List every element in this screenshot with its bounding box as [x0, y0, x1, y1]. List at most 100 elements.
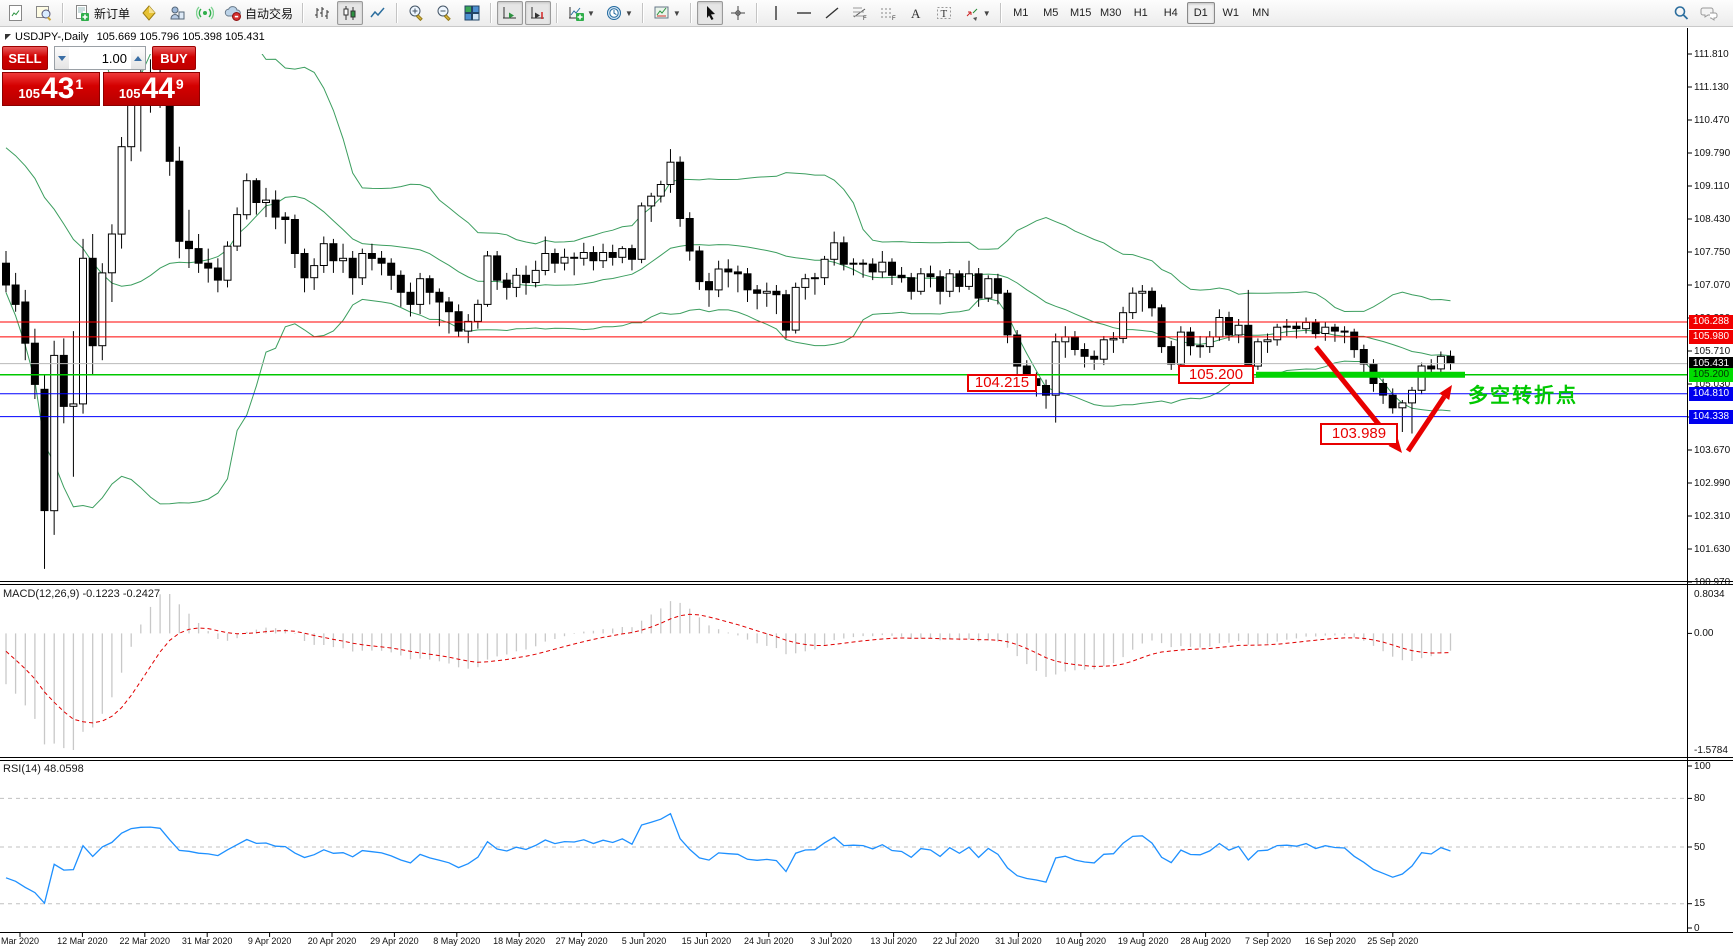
- tile-windows-icon: [463, 4, 481, 22]
- cursor-button[interactable]: [697, 1, 723, 25]
- volume-input[interactable]: [69, 47, 131, 69]
- macd-label: MACD(12,26,9) -0.1223 -0.2427: [3, 588, 160, 600]
- channels-icon: F: [879, 4, 897, 22]
- channels-button[interactable]: F: [875, 1, 901, 25]
- market-watch-icon: [168, 4, 186, 22]
- new-order-button-label: 新订单: [94, 5, 130, 22]
- macd-axis-zero: 0.00: [1694, 627, 1733, 640]
- search-icon: [1672, 4, 1690, 22]
- toolbar-separator: [642, 3, 644, 23]
- toolbar-separator: [556, 3, 558, 23]
- signals-button[interactable]: [192, 1, 218, 25]
- cycles-button[interactable]: ▼: [601, 1, 637, 25]
- price-tick-101.630: 101.630: [1694, 543, 1733, 556]
- callout-103989[interactable]: 103.989: [1320, 423, 1398, 445]
- fibonacci-button[interactable]: F: [847, 1, 873, 25]
- timeframe-m1-button[interactable]: M1: [1007, 2, 1035, 24]
- zoom-in-icon: [407, 4, 425, 22]
- timeframe-w1-button[interactable]: W1: [1217, 2, 1245, 24]
- indicators-icon: [567, 4, 585, 22]
- sell-button[interactable]: SELL: [2, 46, 48, 70]
- timeframe-m5-button[interactable]: M5: [1037, 2, 1065, 24]
- toolbar-separator: [396, 3, 398, 23]
- price-flag-support-1: 104.810: [1689, 387, 1733, 401]
- history-icon: [140, 4, 158, 22]
- candlestick-chart-button[interactable]: [337, 1, 363, 25]
- profiles-icon: [35, 4, 53, 22]
- rsi-axis-50: 50: [1694, 841, 1733, 854]
- sell-price-point: 1: [75, 76, 83, 92]
- new-chart-button[interactable]: [3, 1, 29, 25]
- toolbar: 新订单自动交易▼▼▼FFAT▼ M1M5M15M30H1H4D1W1MN: [0, 0, 1733, 27]
- timeframe-h1-button[interactable]: H1: [1127, 2, 1155, 24]
- chart-area[interactable]: USDJPY-,Daily 105.669 105.796 105.398 10…: [0, 28, 1733, 951]
- timeframe-mn-button[interactable]: MN: [1247, 2, 1275, 24]
- dropdown-caret-icon[interactable]: ▼: [673, 9, 681, 18]
- buy-button[interactable]: BUY: [152, 46, 196, 70]
- bar-chart-button[interactable]: [309, 1, 335, 25]
- profiles-button[interactable]: [31, 1, 57, 25]
- zoom-in-button[interactable]: [403, 1, 429, 25]
- line-chart-button[interactable]: [365, 1, 391, 25]
- vertical-line-button[interactable]: [763, 1, 789, 25]
- trendline-button[interactable]: [819, 1, 845, 25]
- volume-up-button[interactable]: [131, 47, 145, 69]
- crosshair-button[interactable]: [725, 1, 751, 25]
- text-label-button[interactable]: T: [931, 1, 957, 25]
- timeframe-m15-button[interactable]: M15: [1067, 2, 1095, 24]
- callout-105200[interactable]: 105.200: [1178, 365, 1254, 384]
- sell-price[interactable]: 105431: [2, 72, 100, 106]
- buy-price-point: 9: [176, 76, 184, 92]
- horizontal-line-button[interactable]: [791, 1, 817, 25]
- sell-price-base: 105: [18, 86, 40, 101]
- buy-price-pips: 44: [142, 74, 175, 104]
- templates-button[interactable]: ▼: [649, 1, 685, 25]
- crosshair-icon: [729, 4, 747, 22]
- dropdown-caret-icon[interactable]: ▼: [587, 9, 595, 18]
- chat-icon: [1700, 4, 1718, 22]
- dropdown-caret-icon[interactable]: ▼: [983, 9, 991, 18]
- arrows-button[interactable]: ▼: [959, 1, 995, 25]
- chart-shift-button[interactable]: [525, 1, 551, 25]
- history-center-button[interactable]: [136, 1, 162, 25]
- fibonacci-icon: F: [851, 4, 869, 22]
- timeframe-m30-button[interactable]: M30: [1097, 2, 1125, 24]
- volume-down-button[interactable]: [55, 47, 69, 69]
- mt4-window: { "toolbar": { "groups": [ {"items":[{"n…: [0, 0, 1733, 951]
- new-order-button[interactable]: 新订单: [69, 1, 134, 25]
- price-tick-103.670: 103.670: [1694, 444, 1733, 457]
- tile-windows-button[interactable]: [459, 1, 485, 25]
- annotation-pivot-note[interactable]: 多空转折点: [1468, 379, 1578, 408]
- down-arrow-icon: [58, 56, 66, 61]
- text-button[interactable]: A: [903, 1, 929, 25]
- chart-title-row: USDJPY-,Daily 105.669 105.796 105.398 10…: [5, 31, 265, 43]
- chart-canvas[interactable]: [0, 28, 1733, 951]
- bollinger-band-lower: [6, 293, 1451, 508]
- auto-scroll-button[interactable]: [497, 1, 523, 25]
- indicators-button[interactable]: ▼: [563, 1, 599, 25]
- buy-price-base: 105: [119, 86, 141, 101]
- zoom-out-button[interactable]: [431, 1, 457, 25]
- date-label-22[interactable]: 25 Sep 2020: [1351, 936, 1435, 946]
- buy-price[interactable]: 105449: [103, 72, 201, 106]
- dropdown-caret-icon[interactable]: ▼: [625, 9, 633, 18]
- callout-104215[interactable]: 104.215: [967, 374, 1037, 392]
- price-tick-107.070: 107.070: [1694, 279, 1733, 292]
- arrows-icon: [963, 4, 981, 22]
- rsi-label: RSI(14) 48.0598: [3, 763, 84, 775]
- toolbar-separator: [490, 3, 492, 23]
- chat-button[interactable]: [1696, 1, 1722, 25]
- signals-icon: [196, 4, 214, 22]
- timeframe-d1-button[interactable]: D1: [1187, 2, 1215, 24]
- timeframe-h4-button[interactable]: H4: [1157, 2, 1185, 24]
- chart-ohlc-values: 105.669 105.796 105.398 105.431: [97, 31, 265, 43]
- macd-signal-line: [6, 614, 1451, 723]
- search-button[interactable]: [1668, 1, 1694, 25]
- auto-trading-button[interactable]: 自动交易: [220, 1, 297, 25]
- one-click-toggle-icon[interactable]: [5, 34, 11, 40]
- market-watch-button[interactable]: [164, 1, 190, 25]
- toolbar-right: [1667, 1, 1733, 25]
- price-tick-109.790: 109.790: [1694, 147, 1733, 160]
- sell-price-pips: 43: [41, 74, 74, 104]
- rsi-axis-15: 15: [1694, 897, 1733, 910]
